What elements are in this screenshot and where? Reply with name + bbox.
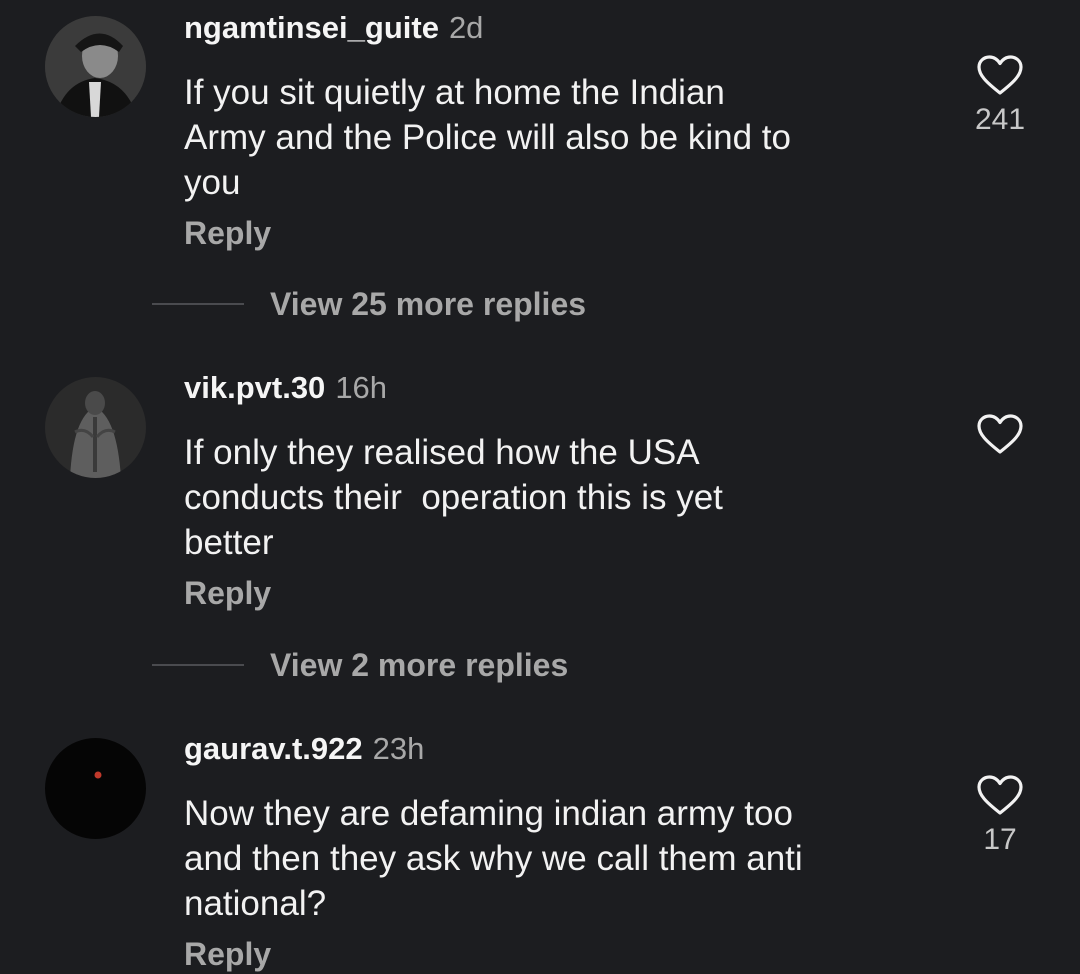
comment-text: If only they realised how the USA conduc… — [184, 433, 723, 562]
like-button[interactable] — [960, 413, 1040, 455]
heart-outline-icon[interactable] — [960, 774, 1040, 816]
divider-line — [152, 664, 244, 666]
comment-meta: gaurav.t.922 23h — [184, 729, 944, 769]
timestamp: 16h — [335, 370, 388, 405]
heart-outline-icon[interactable] — [960, 413, 1040, 455]
reply-button[interactable]: Reply — [184, 213, 944, 253]
username[interactable]: gaurav.t.922 — [184, 731, 363, 766]
comment-meta: vik.pvt.30 16h — [184, 368, 944, 408]
comment-text: If you sit quietly at home the Indian Ar… — [184, 73, 791, 202]
timestamp: 23h — [372, 731, 425, 766]
comment-text: Now they are defaming indian army too an… — [184, 794, 803, 923]
avatar[interactable] — [45, 738, 146, 839]
comment-meta: ngamtinsei_guite 2d — [184, 8, 944, 48]
like-count: 17 — [983, 823, 1017, 856]
like-count: 241 — [974, 103, 1026, 136]
username[interactable]: vik.pvt.30 — [184, 370, 325, 405]
avatar[interactable] — [45, 377, 146, 478]
reply-button[interactable]: Reply — [184, 573, 944, 613]
username[interactable]: ngamtinsei_guite — [184, 10, 439, 45]
divider-line — [152, 303, 244, 305]
heart-outline-icon[interactable] — [960, 54, 1040, 96]
avatar[interactable] — [45, 16, 146, 117]
view-more-replies-button[interactable]: View 2 more replies — [152, 645, 568, 685]
view-more-replies-label[interactable]: View 25 more replies — [270, 284, 586, 324]
like-button[interactable]: 17 — [960, 774, 1040, 858]
view-more-replies-label[interactable]: View 2 more replies — [270, 645, 568, 685]
reply-button[interactable]: Reply — [184, 934, 944, 974]
like-button[interactable]: 241 — [960, 54, 1040, 138]
view-more-replies-button[interactable]: View 25 more replies — [152, 284, 586, 324]
timestamp: 2d — [448, 10, 484, 45]
